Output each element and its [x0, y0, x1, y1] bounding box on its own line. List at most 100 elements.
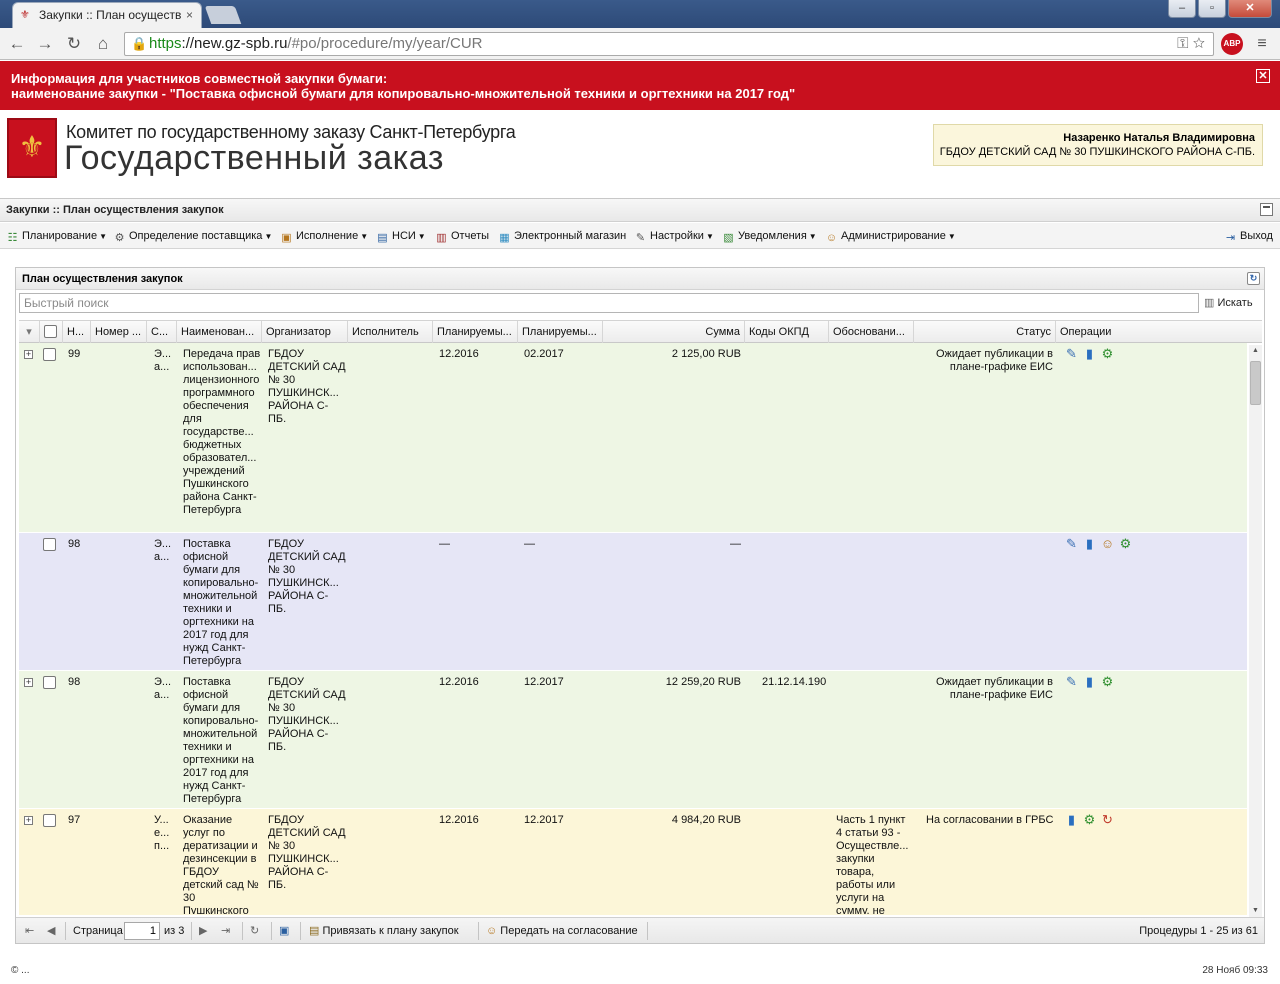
new-tab-button[interactable] — [204, 6, 242, 24]
collapse-panel-icon[interactable] — [1260, 203, 1273, 216]
scroll-down-icon[interactable]: ▼ — [1249, 905, 1262, 917]
browser-menu-icon[interactable]: ≡ — [1252, 34, 1272, 54]
gear-icon[interactable]: ⚙ — [1081, 812, 1098, 828]
gear-icon[interactable]: ⚙ — [1117, 536, 1134, 552]
save-icon[interactable]: ▣ — [279, 923, 289, 939]
chart-icon[interactable]: ▮ — [1081, 674, 1098, 690]
gear-icon[interactable]: ⚙ — [1099, 346, 1116, 362]
user-edit-icon[interactable]: ☺ — [1099, 536, 1116, 552]
lock-icon: 🔒 — [131, 36, 148, 51]
expand-row-icon[interactable]: + — [24, 678, 33, 687]
close-window-button[interactable]: ✕ — [1228, 0, 1272, 18]
col-header-executor[interactable]: Исполнитель — [348, 321, 433, 343]
col-header-name[interactable]: Наименован... — [177, 321, 262, 343]
select-all-checkbox[interactable] — [44, 325, 57, 338]
cell-status: Ожидает публикации в плане-графике ЕИС — [935, 676, 1053, 701]
key-icon[interactable]: ⚿ — [1177, 35, 1188, 52]
menu-nsi[interactable]: ▤ НСИ ▼ — [376, 228, 425, 244]
col-header-organizer[interactable]: Организатор — [262, 321, 348, 343]
cell-name: Поставка офисной бумаги для копировально… — [183, 676, 259, 805]
menu-supplier-selection[interactable]: ⚙ Определение поставщика ▼ — [113, 228, 273, 244]
menu-reports[interactable]: ▥ Отчеты — [435, 228, 489, 244]
wrench-icon: ✎ — [635, 232, 646, 244]
info-banner: Информация для участников совместной зак… — [0, 61, 1280, 110]
adblock-icon[interactable]: ABP — [1221, 33, 1243, 55]
expand-row-icon[interactable]: + — [24, 350, 33, 359]
refresh-icon[interactable]: ↻ — [250, 923, 259, 939]
logout-button[interactable]: ⇥ Выход — [1224, 228, 1273, 244]
scroll-up-icon[interactable]: ▲ — [1249, 345, 1262, 357]
logout-icon: ⇥ — [1225, 232, 1236, 244]
row-checkbox[interactable] — [43, 348, 56, 361]
table-row[interactable]: 98 Э... а... Поставка офисной бумаги для… — [19, 533, 1247, 671]
banner-close-icon[interactable]: ✕ — [1256, 69, 1270, 83]
menu-settings[interactable]: ✎ Настройки ▼ — [634, 228, 714, 244]
gear-icon[interactable]: ⚙ — [1099, 674, 1116, 690]
menu-execution[interactable]: ▣ Исполнение ▼ — [280, 228, 368, 244]
edit-icon[interactable]: ✎ — [1063, 674, 1080, 690]
vertical-scrollbar[interactable]: ▲ ▼ — [1249, 345, 1262, 917]
table-row[interactable]: + 98 Э... а... Поставка офисной бумаги д… — [19, 671, 1247, 809]
menu-e-shop[interactable]: ▦ Электронный магазин — [498, 228, 626, 244]
reload-icon[interactable]: ↻ — [63, 33, 85, 55]
forward-arrow-icon[interactable]: → — [34, 33, 56, 55]
col-header-number[interactable]: Н... — [63, 321, 91, 343]
menu-administration[interactable]: ☺ Администрирование ▼ — [825, 228, 956, 244]
edit-icon[interactable]: ✎ — [1063, 536, 1080, 552]
home-icon[interactable]: ⌂ — [92, 33, 114, 55]
row-checkbox[interactable] — [43, 538, 56, 551]
menu-notifications[interactable]: ▧ Уведомления ▼ — [722, 228, 817, 244]
col-header-reg-number[interactable]: Номер ... — [91, 321, 147, 343]
table-row[interactable]: + 97 У... е... п... Оказание услуг по де… — [19, 809, 1247, 915]
col-header-method[interactable]: С... — [147, 321, 177, 343]
back-arrow-icon[interactable]: ← — [6, 33, 28, 55]
quick-search-input[interactable] — [19, 293, 1199, 313]
refresh-panel-icon[interactable]: ↻ — [1247, 272, 1260, 285]
binoculars-icon: ▥ — [1204, 297, 1215, 309]
last-page-icon[interactable]: ⇥ — [221, 923, 230, 939]
cell-planned-start: 12.2016 — [439, 348, 479, 360]
separator — [271, 922, 272, 940]
caret-down-icon: ▼ — [808, 232, 817, 241]
expand-row-icon[interactable]: + — [24, 816, 33, 825]
row-checkbox[interactable] — [43, 676, 56, 689]
filter-icon[interactable]: ▾ — [19, 321, 40, 343]
chart-icon[interactable]: ▮ — [1081, 536, 1098, 552]
grid-body: + 99 Э... а... Передача прав использован… — [19, 343, 1247, 915]
col-header-basis[interactable]: Обосновани... — [829, 321, 914, 343]
bind-to-plan-button[interactable]: ▤ Привязать к плану закупок — [309, 923, 459, 939]
browser-tab[interactable]: ⚜ Закупки :: План осуществ × — [12, 2, 202, 28]
row-checkbox[interactable] — [43, 814, 56, 827]
chart-icon[interactable]: ▮ — [1063, 812, 1080, 828]
bookmark-star-icon[interactable]: ☆ — [1193, 35, 1205, 52]
cell-planned-start: 12.2016 — [439, 814, 479, 826]
edit-icon[interactable]: ✎ — [1063, 346, 1080, 362]
cell-okpd: 21.12.14.190 — [762, 676, 827, 688]
cell-method: Э... а... — [154, 538, 172, 563]
menu-planning[interactable]: ☷ Планирование ▼ — [6, 228, 107, 244]
chart-icon[interactable]: ▮ — [1081, 346, 1098, 362]
first-page-icon[interactable]: ⇤ — [25, 923, 34, 939]
tab-close-icon[interactable]: × — [186, 3, 193, 27]
next-page-icon[interactable]: ▶ — [199, 923, 207, 939]
address-bar[interactable]: 🔒 https://new.gz-spb.ru/#po/procedure/my… — [124, 32, 1214, 56]
col-header-status[interactable]: Статус — [914, 321, 1056, 343]
separator — [647, 922, 648, 940]
scroll-thumb[interactable] — [1250, 361, 1261, 405]
col-header-planned-start[interactable]: Планируемы... — [433, 321, 518, 343]
user-icon: ☺ — [825, 232, 838, 244]
col-header-planned-end[interactable]: Планируемы... — [518, 321, 603, 343]
cell-number: 98 — [68, 676, 81, 688]
prev-page-icon[interactable]: ◀ — [47, 923, 55, 939]
minimize-button[interactable]: – — [1168, 0, 1196, 18]
table-row[interactable]: + 99 Э... а... Передача прав использован… — [19, 343, 1247, 533]
cell-planned-end: 12.2017 — [524, 676, 564, 688]
cell-sum: 2 125,00 RUB — [671, 348, 741, 360]
page-number-input[interactable] — [124, 922, 160, 940]
send-for-approval-button[interactable]: ☺ Передать на согласование — [486, 923, 638, 939]
maximize-button[interactable]: ▫ — [1198, 0, 1226, 18]
search-button[interactable]: ▥ Искать — [1204, 294, 1253, 312]
col-header-sum[interactable]: Сумма — [603, 321, 745, 343]
col-header-okpd[interactable]: Коды ОКПД — [745, 321, 829, 343]
undo-icon[interactable]: ↻ — [1099, 812, 1116, 828]
